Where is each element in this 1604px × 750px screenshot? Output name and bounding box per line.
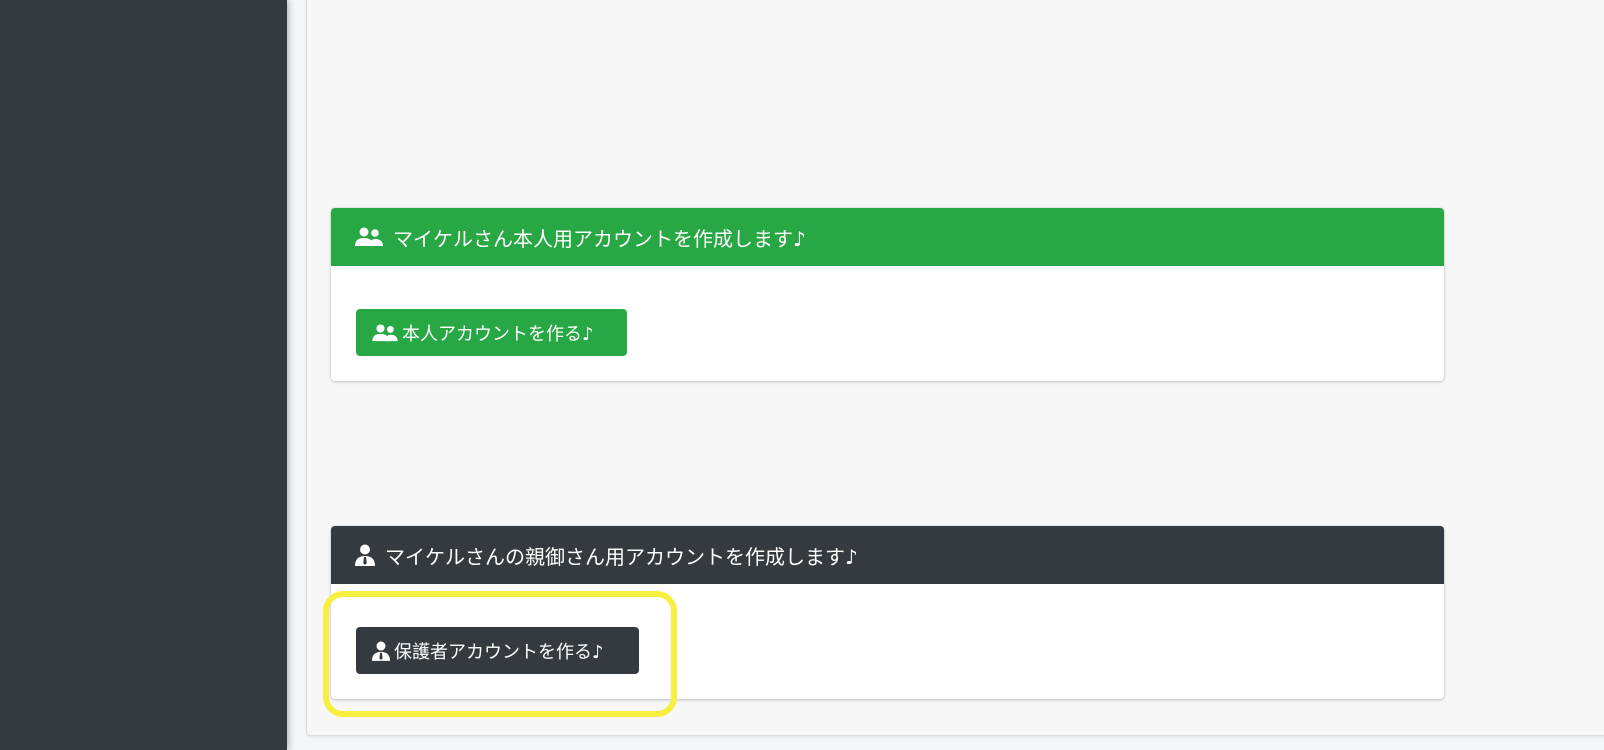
student-account-card-title: マイケルさん本人用アカウントを作成します♪ [393, 226, 806, 251]
student-account-card-body: 本人アカウントを作る♪ [331, 266, 1444, 381]
guardian-account-card-title: マイケルさんの親御さん用アカウントを作成します♪ [385, 544, 858, 569]
create-student-account-button[interactable]: 本人アカウントを作る♪ [356, 309, 627, 356]
users-icon [372, 323, 398, 342]
create-student-account-button-label: 本人アカウントを作る♪ [402, 323, 594, 345]
create-guardian-account-button[interactable]: 保護者アカウントを作る♪ [356, 627, 639, 674]
user-tie-icon [372, 641, 390, 661]
create-guardian-account-button-label: 保護者アカウントを作る♪ [394, 641, 604, 663]
guardian-account-card-header: マイケルさんの親御さん用アカウントを作成します♪ [331, 526, 1444, 584]
student-account-card: マイケルさん本人用アカウントを作成します♪ 本人アカウントを作る♪ [331, 208, 1444, 381]
student-account-card-header: マイケルさん本人用アカウントを作成します♪ [331, 208, 1444, 266]
users-icon [355, 227, 383, 247]
user-tie-icon [355, 544, 375, 566]
sidebar [0, 0, 287, 750]
guardian-account-card-body: 保護者アカウントを作る♪ [331, 584, 1444, 699]
guardian-account-card: マイケルさんの親御さん用アカウントを作成します♪ 保護者アカウントを作る♪ [331, 526, 1444, 699]
